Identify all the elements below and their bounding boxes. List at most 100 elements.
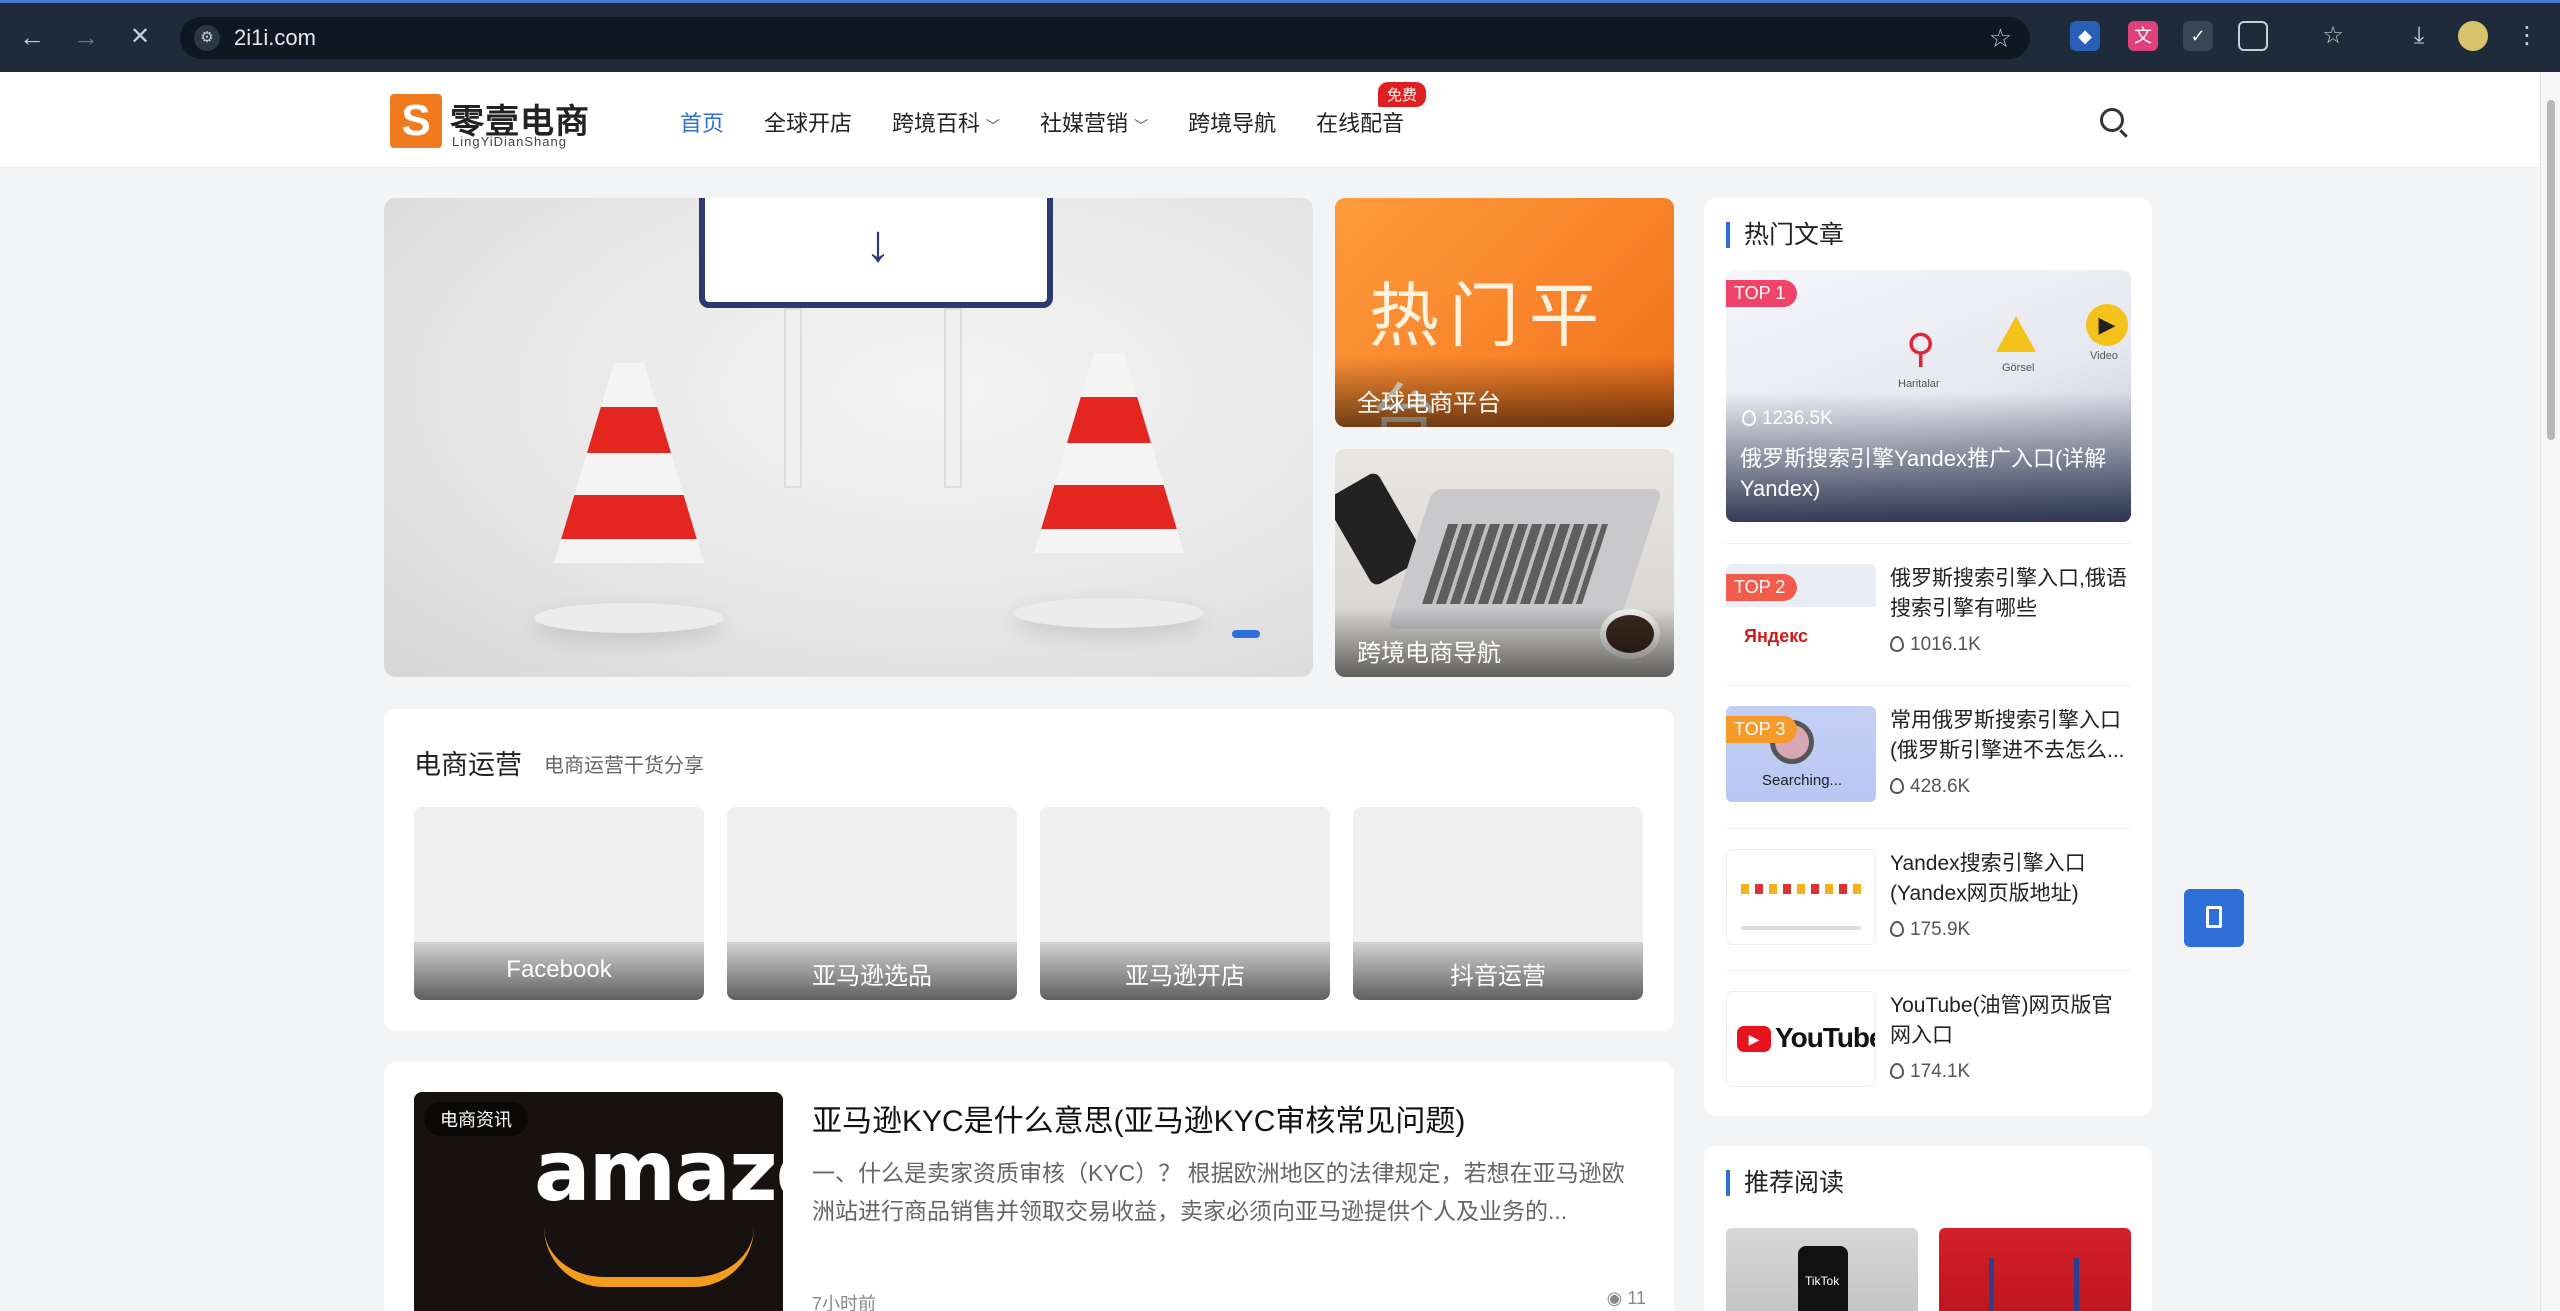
hot-article-item[interactable]: Searching... TOP 3 常用俄罗斯搜索引擎入口(俄罗斯引擎进不去怎… bbox=[1726, 685, 2131, 802]
hot-article-thumb[interactable]: ▶ YouTube bbox=[1726, 991, 1876, 1087]
amazon-smile-icon bbox=[544, 1227, 754, 1287]
back-icon[interactable]: ← bbox=[16, 21, 48, 53]
menu-item-global-store[interactable]: 全球开店 bbox=[764, 106, 852, 138]
view-count: 11 bbox=[1627, 1288, 1646, 1308]
category-tile[interactable]: Facebook bbox=[414, 807, 704, 1000]
video-play-icon: ▶ bbox=[2086, 304, 2128, 346]
hot-article-thumb[interactable]: Яндекс TOP 2 bbox=[1726, 564, 1876, 660]
hot-article-item[interactable]: ▶ YouTube YouTube(油管)网页版官网入口 174.1K bbox=[1726, 970, 2131, 1087]
menu-item-navigation[interactable]: 跨境导航 bbox=[1188, 106, 1276, 138]
recommended-thumb[interactable]: TikTok bbox=[1726, 1228, 1918, 1311]
cross-border-nav-card[interactable]: 跨境电商导航 bbox=[1335, 449, 1674, 677]
menu-item-social-marketing[interactable]: 社媒营销 ﹀ bbox=[1040, 106, 1148, 138]
site-logo[interactable]: S 零壹电商 LingYiDianShang bbox=[390, 94, 600, 150]
extension-check-icon[interactable]: ✓ bbox=[2183, 21, 2213, 51]
tile-label: 亚马逊选品 bbox=[727, 942, 1017, 1000]
view-count-value: 174.1K bbox=[1910, 1061, 1971, 1082]
bookmarks-icon[interactable]: ☆ bbox=[2318, 21, 2348, 51]
hero-carousel[interactable]: ↓ bbox=[384, 198, 1313, 677]
hot-article-title[interactable]: 常用俄罗斯搜索引擎入口(俄罗斯引擎进不去怎么... bbox=[1890, 706, 2130, 766]
hot-article-title[interactable]: 俄罗斯搜索引擎入口,俄语搜索引擎有哪些 bbox=[1890, 564, 2130, 624]
sign-pole bbox=[784, 308, 802, 488]
amazon-logo-text: amazon bbox=[534, 1122, 783, 1220]
rank-badge: TOP 2 bbox=[1726, 574, 1798, 601]
hot-article-thumb[interactable] bbox=[1726, 849, 1876, 945]
arrow-down-icon: ↓ bbox=[865, 215, 891, 273]
view-count: 428.6K bbox=[1890, 776, 1970, 798]
traffic-cone bbox=[1034, 353, 1184, 553]
category-tile[interactable]: 亚马逊开店 bbox=[1040, 807, 1330, 1000]
category-tile[interactable]: 亚马逊选品 bbox=[727, 807, 1017, 1000]
category-tile[interactable]: 抖音运营 bbox=[1353, 807, 1643, 1000]
download-icon[interactable]: ⤓ bbox=[2404, 21, 2434, 51]
view-count: 1236.5K bbox=[1742, 408, 1833, 430]
hot-article-title[interactable]: YouTube(油管)网页版官网入口 bbox=[1890, 991, 2130, 1051]
recommended-thumb[interactable] bbox=[1939, 1228, 2131, 1311]
tile-label: 抖音运营 bbox=[1353, 942, 1643, 1000]
article-thumbnail[interactable]: amazon 电商资讯 bbox=[414, 1092, 783, 1311]
thumb-caption: Video bbox=[2090, 350, 2118, 362]
carousel-indicator[interactable] bbox=[1232, 630, 1260, 638]
rank-badge: TOP 1 bbox=[1726, 280, 1798, 307]
hot-article-title[interactable]: 俄罗斯搜索引擎Yandex推广入口(详解Yandex) bbox=[1740, 444, 2120, 504]
hot-article-top1[interactable]: ⚲ Haritalar Görsel ▶ Video TOP 1 1236.5K… bbox=[1726, 270, 2131, 522]
recommended-panel: 推荐阅读 TikTok bbox=[1704, 1146, 2152, 1311]
article-category-tag[interactable]: 电商资讯 bbox=[424, 1102, 528, 1136]
menu-item-encyclopedia[interactable]: 跨境百科 ﹀ bbox=[892, 106, 1000, 138]
menu-item-voiceover[interactable]: 在线配音 bbox=[1316, 106, 1404, 138]
flame-icon bbox=[1890, 921, 1904, 937]
hot-article-title[interactable]: Yandex搜索引擎入口(Yandex网页版地址) bbox=[1890, 849, 2130, 909]
browser-menu-icon[interactable]: ⋮ bbox=[2512, 21, 2542, 51]
hot-article-item[interactable]: Yandex搜索引擎入口(Yandex网页版地址) 175.9K bbox=[1726, 828, 2131, 945]
thumb-text: YouTube bbox=[1775, 1022, 1876, 1053]
cone-base bbox=[534, 603, 724, 633]
address-bar[interactable]: ⚙ 2i1i.com ☆ bbox=[180, 17, 2030, 59]
shopping-cart-icon bbox=[1989, 1258, 2079, 1311]
logo-mark-icon: S bbox=[390, 94, 442, 148]
extensions-puzzle-icon[interactable] bbox=[2238, 21, 2268, 51]
section-title[interactable]: 电商运营 bbox=[414, 743, 522, 782]
card-label: 跨境电商导航 bbox=[1335, 607, 1674, 677]
hot-article-thumb[interactable]: Searching... TOP 3 bbox=[1726, 706, 1876, 802]
mobile-view-button[interactable] bbox=[2184, 889, 2244, 947]
menu-item-home[interactable]: 首页 bbox=[680, 106, 724, 138]
bookmark-star-icon[interactable]: ☆ bbox=[1989, 23, 2012, 54]
rank-badge: TOP 3 bbox=[1726, 716, 1798, 743]
cone-base bbox=[1014, 598, 1204, 628]
search-icon[interactable] bbox=[2100, 108, 2124, 132]
profile-avatar[interactable] bbox=[2458, 21, 2488, 51]
chevron-down-icon: ﹀ bbox=[986, 118, 1001, 134]
page-scrollbar[interactable]: ▲ bbox=[2540, 72, 2560, 1311]
keyboard-image bbox=[1422, 524, 1608, 604]
flame-icon bbox=[1890, 778, 1904, 794]
view-count-value: 175.9K bbox=[1910, 919, 1971, 940]
stop-loading-icon[interactable]: ✕ bbox=[124, 21, 156, 53]
article-excerpt: 一、什么是卖家资质审核（KYC）？ 根据欧洲地区的法律规定，若想在亚马逊欧洲站进… bbox=[812, 1160, 1625, 1224]
view-count-value: 1236.5K bbox=[1762, 408, 1833, 429]
flame-icon bbox=[1742, 410, 1756, 426]
youtube-play-icon: ▶ bbox=[1737, 1026, 1771, 1052]
hot-article-item[interactable]: Яндекс TOP 2 俄罗斯搜索引擎入口,俄语搜索引擎有哪些 1016.1K bbox=[1726, 543, 2131, 660]
road-sign: ↓ bbox=[699, 198, 1053, 308]
article-time: 7小时前 bbox=[812, 1294, 877, 1311]
scrollbar-thumb[interactable] bbox=[2547, 100, 2555, 440]
tile-label: Facebook bbox=[414, 942, 704, 1000]
flame-icon bbox=[1890, 1063, 1904, 1079]
flame-icon bbox=[1890, 636, 1904, 652]
forward-icon[interactable]: → bbox=[70, 21, 102, 53]
image-icon bbox=[1996, 316, 2036, 352]
hot-platform-card[interactable]: 热门平台 全球电商平台 bbox=[1335, 198, 1674, 427]
card-label: 全球电商平台 bbox=[1335, 357, 1674, 427]
view-count: 1016.1K bbox=[1890, 634, 1981, 656]
site-info-icon[interactable]: ⚙ bbox=[194, 25, 220, 51]
ecommerce-ops-section: 电商运营 电商运营干货分享 Facebook 亚马逊选品 亚马逊开店 抖音运营 bbox=[384, 709, 1674, 1031]
article-card[interactable]: amazon 电商资讯 亚马逊KYC是什么意思(亚马逊KYC审核常见问题) 一、… bbox=[384, 1062, 1674, 1311]
url-text[interactable]: 2i1i.com bbox=[234, 25, 316, 51]
thumb-caption: Haritalar bbox=[1898, 378, 1940, 390]
sign-pole bbox=[944, 308, 962, 488]
menu-item-label: 社媒营销 bbox=[1040, 111, 1129, 136]
extension-translate-icon[interactable]: 文 bbox=[2128, 21, 2158, 51]
view-count: 175.9K bbox=[1890, 919, 1970, 941]
article-title[interactable]: 亚马逊KYC是什么意思(亚马逊KYC审核常见问题) bbox=[812, 1096, 1465, 1140]
extension-gem-icon[interactable]: ◆ bbox=[2070, 21, 2100, 51]
